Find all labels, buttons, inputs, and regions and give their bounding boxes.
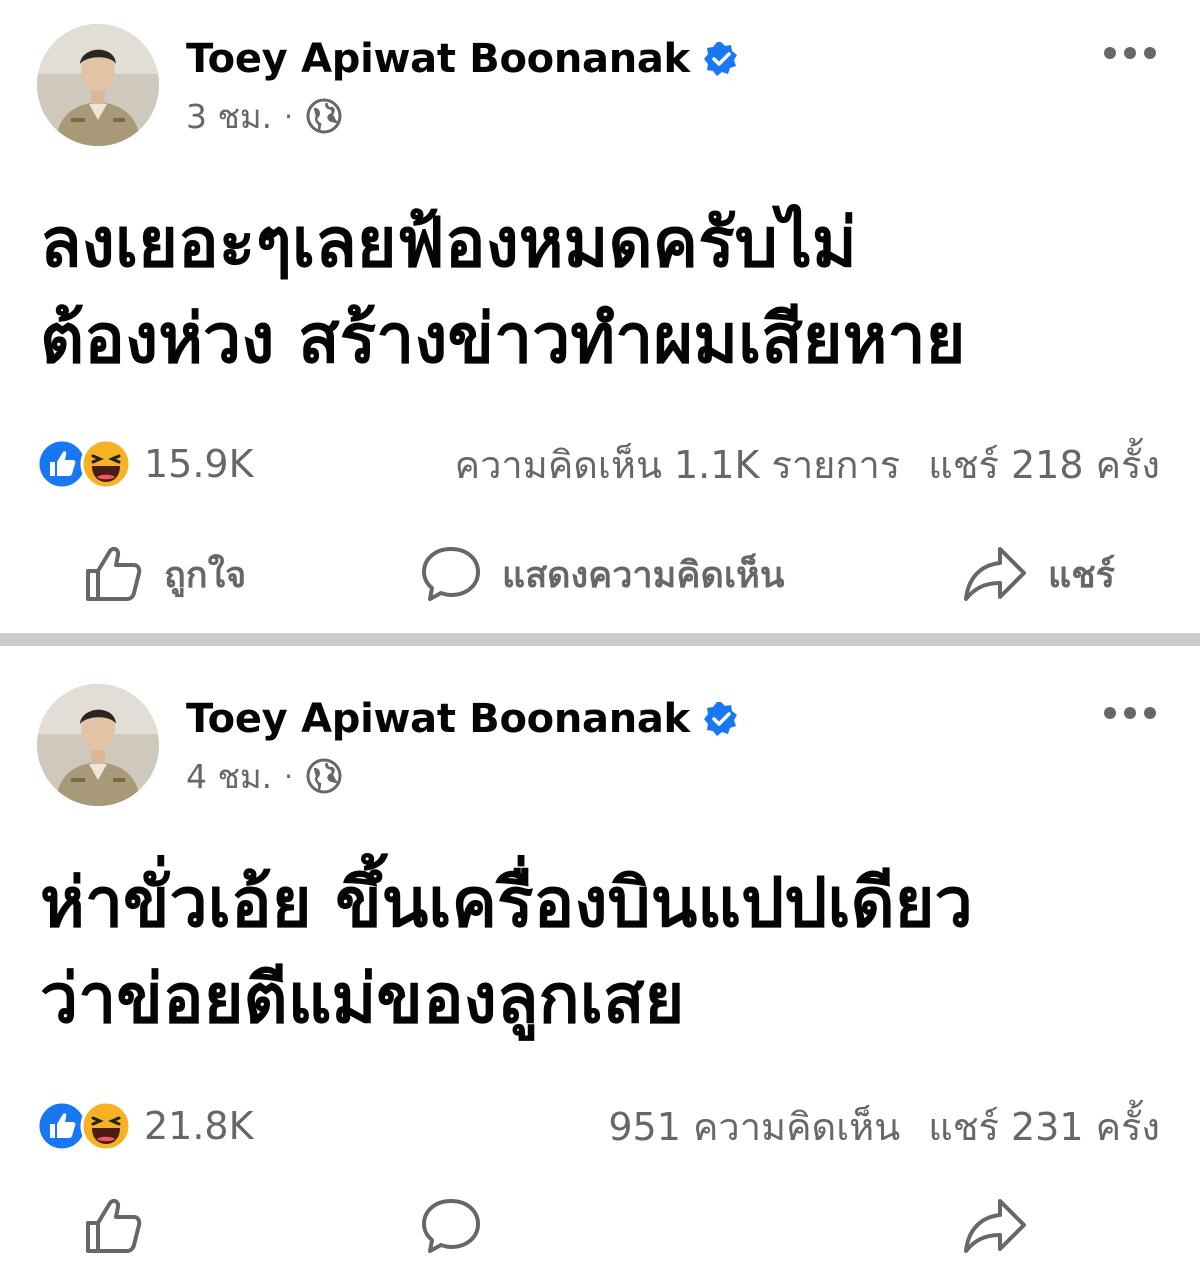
- avatar-image: [37, 684, 159, 806]
- like-button[interactable]: [82, 1186, 164, 1266]
- share-count[interactable]: แชร์ 231 ครั้ง: [928, 1096, 1160, 1157]
- share-label: แชร์: [1048, 554, 1115, 596]
- reactions-summary[interactable]: 15.9K: [36, 438, 254, 490]
- author-avatar[interactable]: [37, 24, 159, 146]
- post-card: Toey Apiwat Boonanak 4 ชม. · ห่าขั่วเอ้ย…: [0, 646, 1200, 1253]
- post-time[interactable]: 4 ชม.: [186, 750, 272, 803]
- haha-reaction-icon: [80, 1100, 132, 1152]
- share-icon: [964, 1199, 1026, 1253]
- globe-icon: [306, 758, 342, 794]
- post-stats: 21.8K 951 ความคิดเห็น แชร์ 231 ครั้ง: [36, 1098, 1160, 1154]
- haha-reaction-icon: [80, 438, 132, 490]
- like-icon: [86, 1198, 142, 1253]
- more-options-icon[interactable]: [1104, 43, 1156, 63]
- share-button[interactable]: [962, 1186, 1048, 1266]
- post-text: ห่าขั่วเอ้ย ขึ้นเครื่องบินแปปเดียว ว่าข่…: [40, 856, 1170, 1048]
- meta-separator: ·: [284, 759, 294, 793]
- post-text: ลงเยอะๆเลยฟ้องหมดครับไม่ ต้องห่วง สร้างข…: [40, 196, 1170, 388]
- post-text-line-2: ต้องห่วง สร้างข่าวทำผมเสียหาย: [40, 300, 966, 379]
- share-icon: [964, 547, 1026, 601]
- author-name[interactable]: Toey Apiwat Boonanak: [186, 36, 690, 82]
- verified-badge-icon: [703, 42, 737, 76]
- avatar-image: [37, 24, 159, 146]
- verified-badge-icon: [703, 702, 737, 736]
- reaction-count: 21.8K: [144, 1104, 254, 1148]
- post-actions: ถูกใจ แสดงความคิดเห็น แชร์: [0, 534, 1200, 614]
- post-divider: [0, 633, 1200, 646]
- globe-icon: [306, 98, 342, 134]
- post-stats: 15.9K ความคิดเห็น 1.1K รายการ แชร์ 218 ค…: [36, 436, 1160, 492]
- comment-icon: [422, 547, 480, 601]
- comment-count[interactable]: ความคิดเห็น 1.1K รายการ: [455, 434, 901, 495]
- meta-separator: ·: [284, 99, 294, 133]
- like-label: ถูกใจ: [164, 554, 247, 596]
- comment-button[interactable]: [420, 1186, 502, 1266]
- post-text-line-1: ห่าขั่วเอ้ย ขึ้นเครื่องบินแปปเดียว: [40, 864, 973, 943]
- like-button[interactable]: ถูกใจ: [82, 534, 246, 614]
- comment-icon: [422, 1199, 480, 1253]
- reactions-summary[interactable]: 21.8K: [36, 1100, 254, 1152]
- post-card: Toey Apiwat Boonanak 3 ชม. · ลงเยอะๆเลยฟ…: [0, 0, 1200, 633]
- share-button[interactable]: แชร์: [962, 534, 1115, 614]
- comment-count[interactable]: 951 ความคิดเห็น: [608, 1096, 900, 1157]
- reaction-count: 15.9K: [144, 442, 254, 486]
- comment-button[interactable]: แสดงความคิดเห็น: [420, 534, 784, 614]
- post-time[interactable]: 3 ชม.: [186, 90, 272, 143]
- author-name[interactable]: Toey Apiwat Boonanak: [186, 696, 690, 742]
- post-actions: [0, 1186, 1200, 1266]
- like-icon: [86, 546, 142, 601]
- post-text-line-1: ลงเยอะๆเลยฟ้องหมดครับไม่: [40, 204, 857, 283]
- share-count[interactable]: แชร์ 218 ครั้ง: [928, 434, 1160, 495]
- comment-label: แสดงความคิดเห็น: [502, 554, 785, 596]
- more-options-icon[interactable]: [1104, 703, 1156, 723]
- post-text-line-2: ว่าข่อยตีแม่ของลูกเสย: [40, 960, 685, 1039]
- author-avatar[interactable]: [37, 684, 159, 806]
